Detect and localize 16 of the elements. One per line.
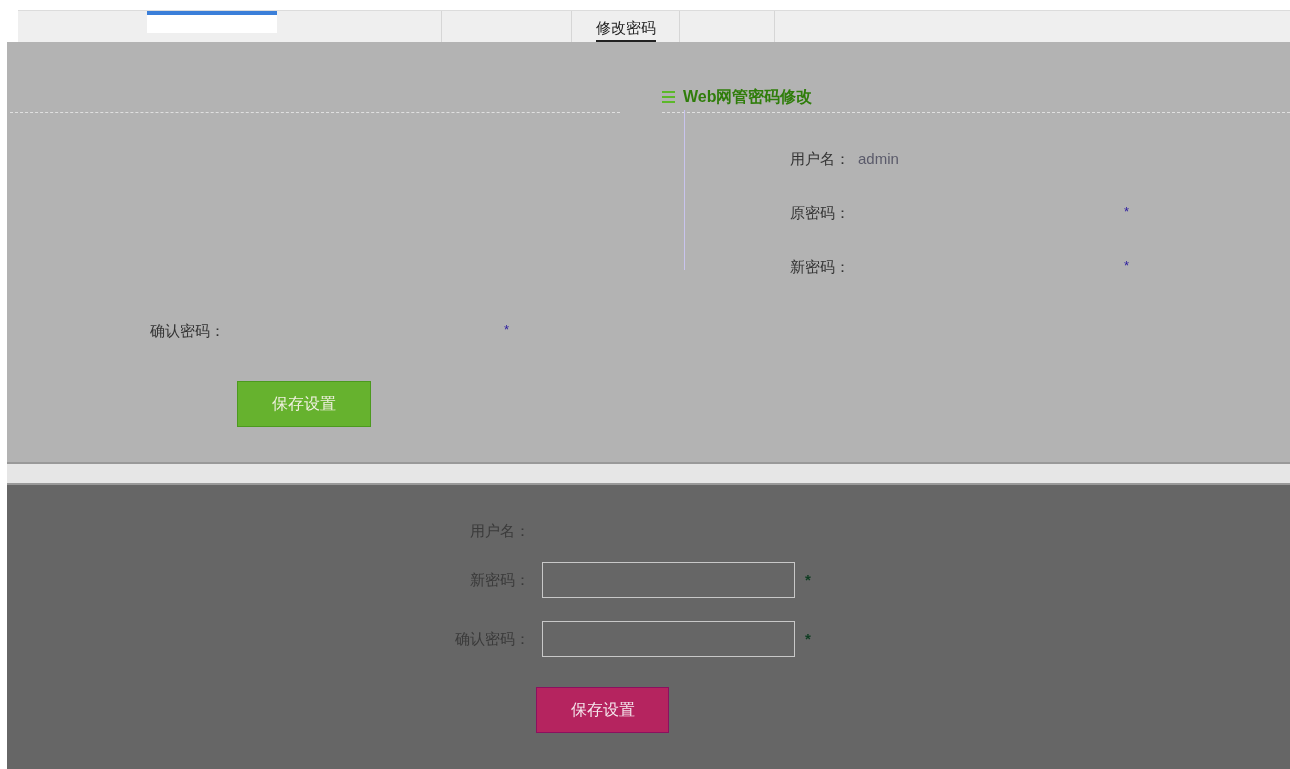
field-label: 用户名：: [790, 149, 850, 169]
required-mark: *: [805, 569, 811, 590]
menu-icon: [662, 90, 675, 104]
required-mark: *: [1124, 257, 1130, 275]
username-value: admin: [858, 149, 899, 169]
field-label: 确认密码：: [150, 321, 225, 341]
password-field[interactable]: [542, 621, 795, 657]
password-field[interactable]: [542, 562, 795, 598]
required-mark: *: [1124, 203, 1130, 221]
field-label: 新密码：: [790, 257, 850, 277]
save-button[interactable]: 保存设置: [536, 687, 669, 733]
section-title: Web网管密码修改: [683, 87, 813, 107]
blank-tab[interactable]: [147, 11, 277, 33]
required-mark: *: [805, 628, 811, 649]
required-mark: *: [504, 321, 510, 339]
field-label: 原密码：: [790, 203, 850, 223]
